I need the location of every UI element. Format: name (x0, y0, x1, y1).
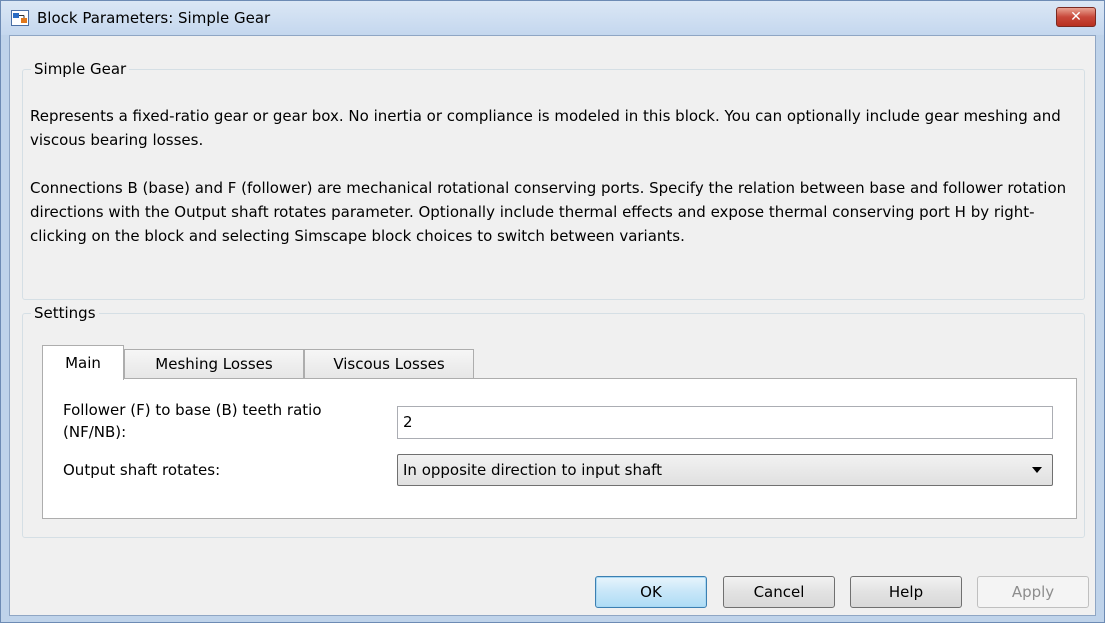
help-button[interactable]: Help (850, 576, 962, 608)
tab-meshing-losses-label: Meshing Losses (155, 355, 273, 373)
teeth-ratio-label-line-2: (NF/NB): (63, 423, 127, 441)
settings-group-legend: Settings (34, 304, 96, 322)
title-bar[interactable]: Block Parameters: Simple Gear ✕ (1, 1, 1104, 35)
dropdown-arrow-icon (1032, 467, 1042, 473)
block-group-legend: Simple Gear (34, 60, 127, 78)
block-description-paragraph-1: Represents a fixed-ratio gear or gear bo… (30, 107, 1061, 149)
teeth-ratio-input[interactable]: 2 (397, 406, 1053, 439)
output-shaft-select[interactable]: In opposite direction to input shaft (397, 454, 1053, 486)
close-button[interactable]: ✕ (1056, 7, 1096, 27)
output-shaft-selected-value: In opposite direction to input shaft (403, 461, 663, 479)
tab-viscous-losses-label: Viscous Losses (333, 355, 445, 373)
tab-main-label: Main (65, 354, 101, 372)
tab-viscous-losses[interactable]: Viscous Losses (304, 349, 474, 379)
dialog-body: Simple Gear Represents a fixed-ratio gea… (9, 35, 1096, 616)
window-title: Block Parameters: Simple Gear (37, 9, 271, 27)
main-tab-panel: Follower (F) to base (B) teeth ratio (NF… (42, 378, 1077, 519)
teeth-ratio-label: Follower (F) to base (B) teeth ratio (NF… (63, 399, 322, 443)
teeth-ratio-label-line-1: Follower (F) to base (B) teeth ratio (63, 401, 322, 419)
dialog-window: Block Parameters: Simple Gear ✕ Simple G… (0, 0, 1105, 623)
tab-main[interactable]: Main (42, 345, 124, 380)
cancel-button[interactable]: Cancel (723, 576, 835, 608)
ok-button[interactable]: OK (595, 576, 707, 608)
simulink-block-icon (11, 10, 29, 26)
output-shaft-label: Output shaft rotates: (63, 461, 221, 479)
apply-button[interactable]: Apply (977, 576, 1089, 608)
close-icon: ✕ (1070, 9, 1082, 25)
tab-meshing-losses[interactable]: Meshing Losses (124, 349, 304, 379)
block-description-paragraph-2: Connections B (base) and F (follower) ar… (30, 179, 1067, 245)
